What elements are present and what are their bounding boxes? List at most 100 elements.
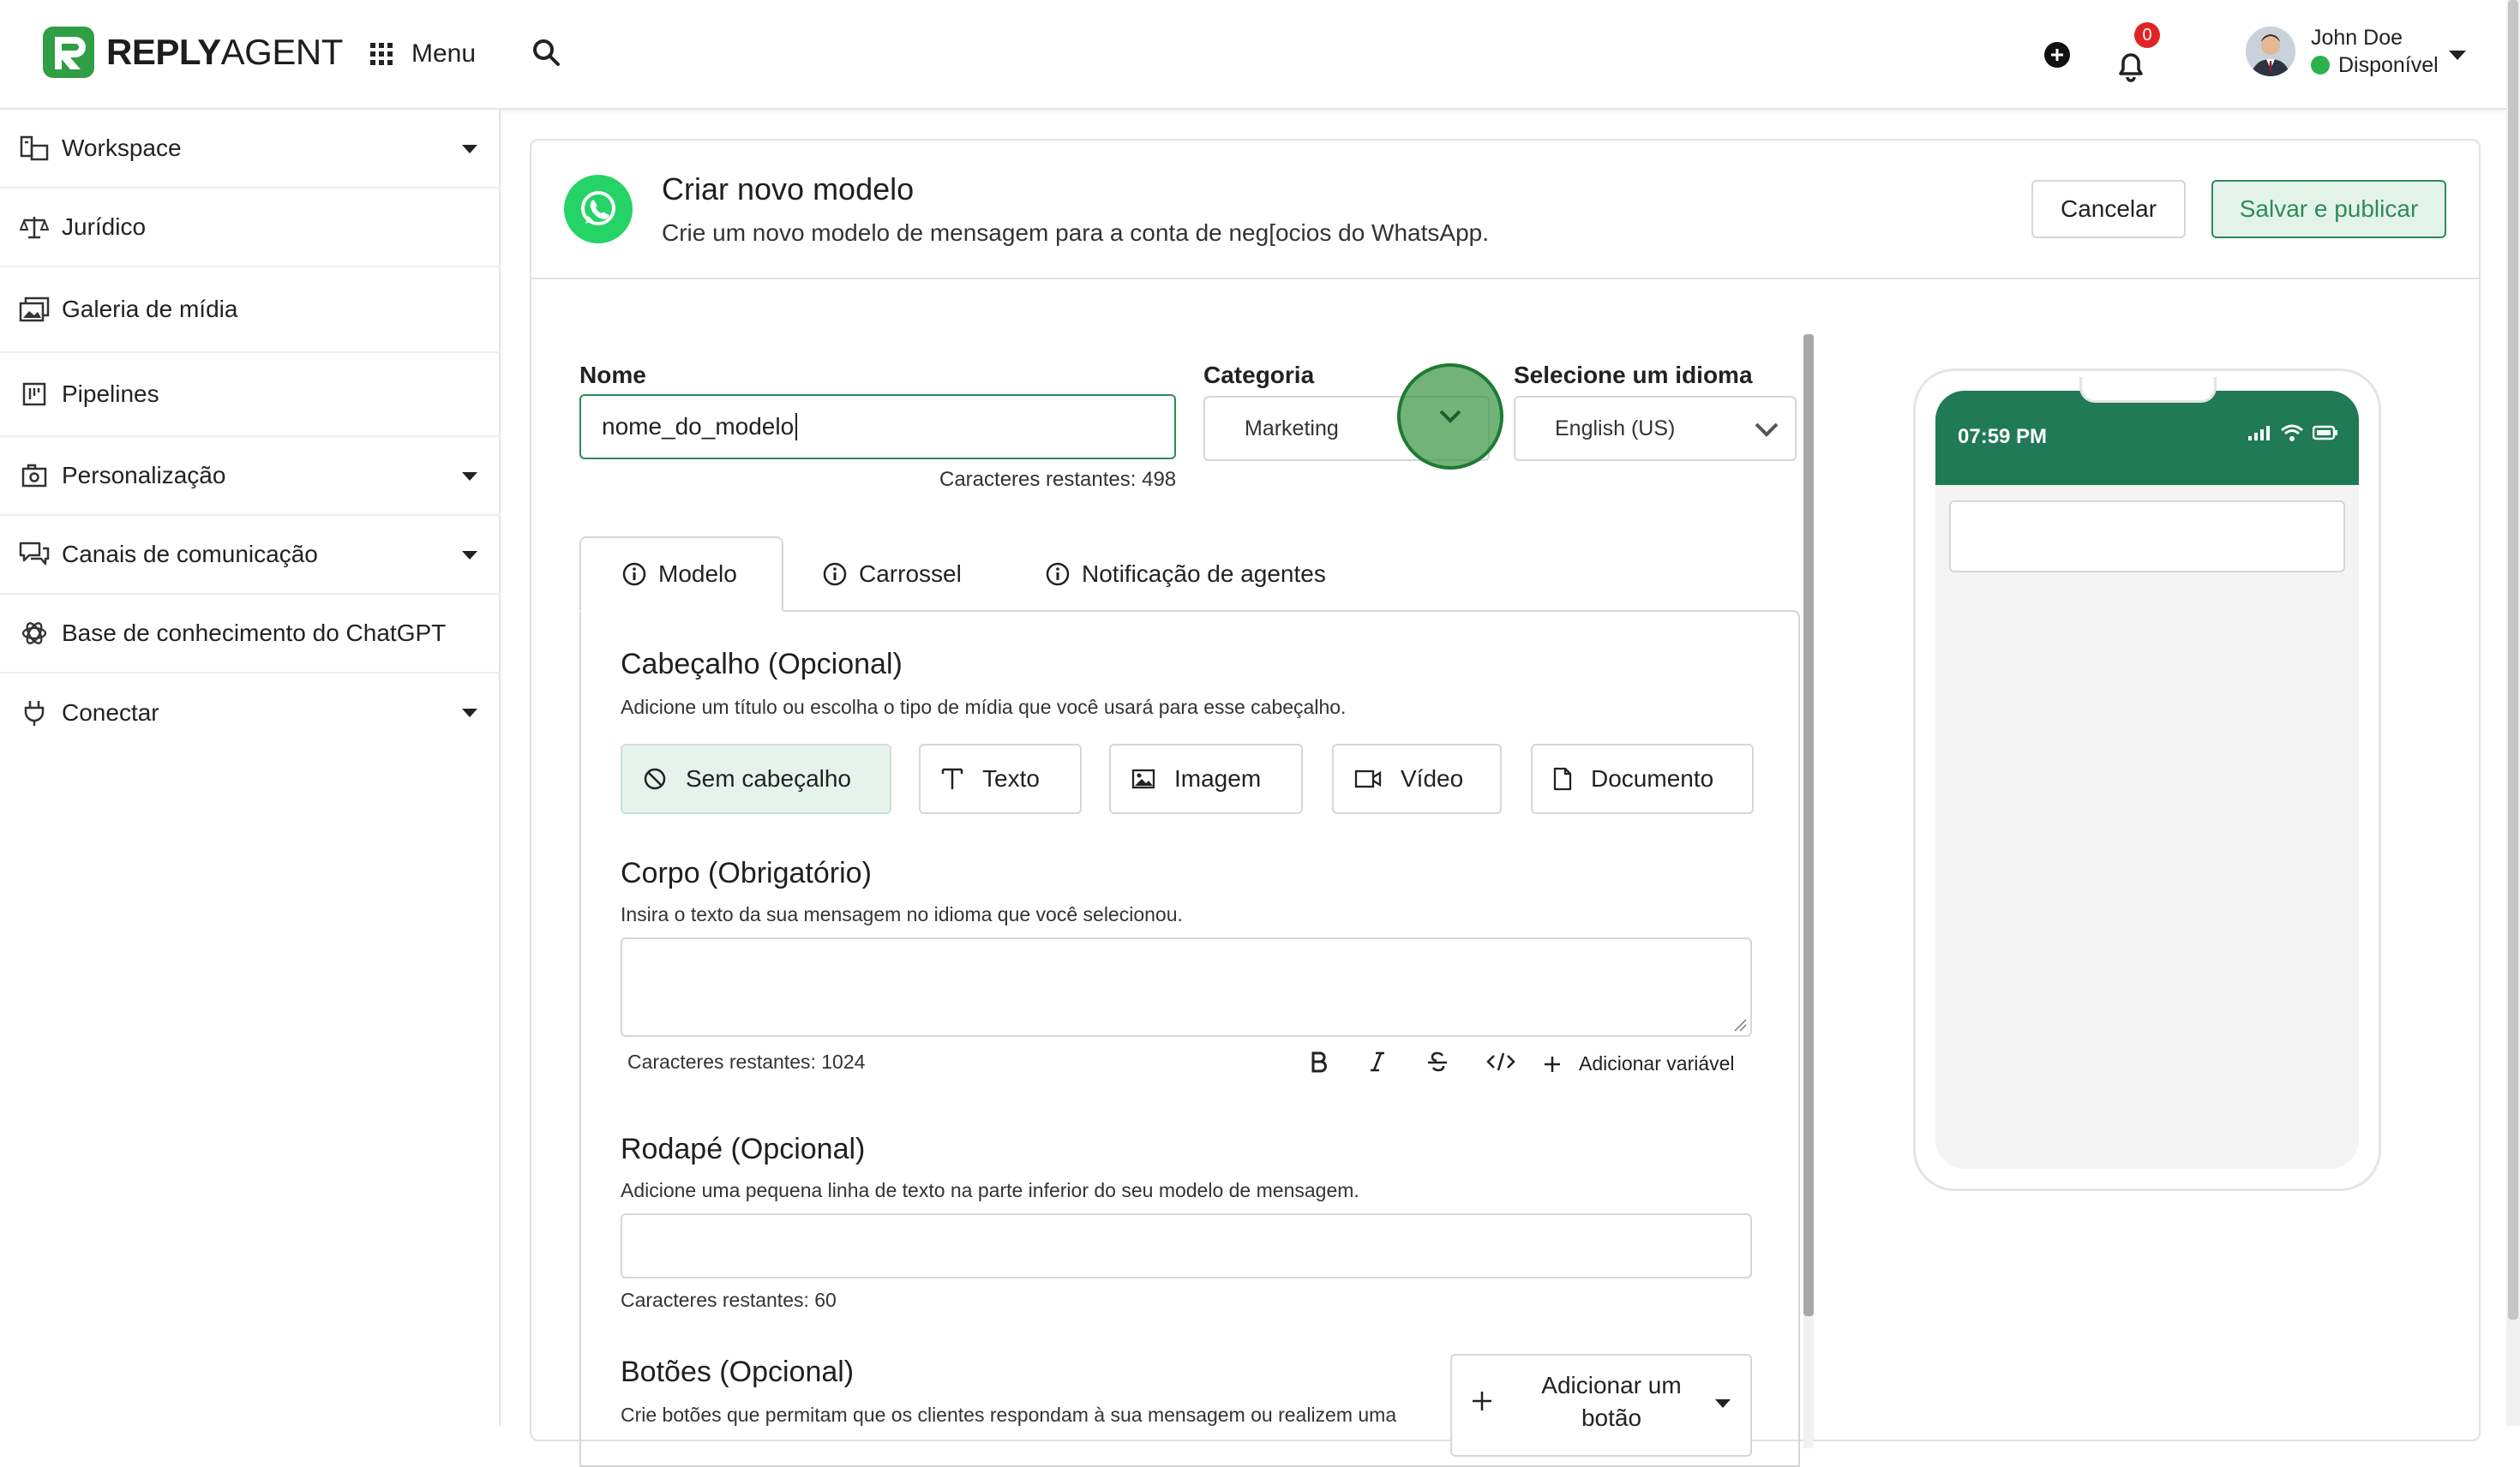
sidebar-item-label: Jurídico [62, 213, 147, 240]
gallery-icon [19, 294, 50, 325]
sidebar-item-label: Pipelines [62, 380, 159, 407]
header-section-title: Cabeçalho (Opcional) [621, 648, 903, 680]
buttons-section-title: Botões (Opcional) [621, 1356, 855, 1388]
sidebar: Workspace Jurídico Galeria de mídia Pipe… [0, 110, 501, 1426]
add-button-dropdown[interactable]: Adicionar um botão [1450, 1354, 1752, 1457]
add-circle-icon[interactable] [2043, 41, 2071, 69]
plug-icon [19, 698, 50, 728]
sidebar-item-juridico[interactable]: Jurídico [0, 189, 501, 267]
tab-modelo[interactable]: Modelo [579, 536, 783, 612]
tab-notificacao-agentes[interactable]: Notificação de agentes [1046, 536, 1326, 612]
caret-down-icon [462, 145, 477, 153]
replyagent-logo[interactable]: REPLYAGENT [41, 24, 343, 81]
sidebar-item-chatgpt[interactable]: Base de conhecimento do ChatGPT [0, 595, 501, 674]
name-input-value: nome_do_modelo [602, 413, 795, 440]
body-textarea[interactable] [621, 937, 1752, 1037]
chevron-down-icon [1755, 422, 1779, 437]
tab-label: Modelo [658, 560, 737, 587]
save-publish-button[interactable]: Salvar e publicar [2211, 180, 2446, 238]
user-menu[interactable]: John Doe Disponível [2246, 24, 2439, 79]
tab-carrossel[interactable]: Carrossel [823, 536, 962, 612]
caret-down-icon[interactable] [2448, 50, 2467, 62]
resize-handle-icon[interactable] [1733, 1018, 1747, 1032]
italic-icon[interactable] [1368, 1051, 1387, 1073]
user-photo-icon [2246, 27, 2295, 76]
user-name: John Doe [2311, 26, 2403, 50]
caret-down-icon [462, 709, 477, 717]
caret-down-icon [462, 551, 477, 560]
video-icon [1354, 769, 1382, 788]
card-header: Criar novo modelo Crie um novo modelo de… [531, 141, 2479, 279]
scale-icon [19, 212, 50, 243]
page-subtitle: Crie um novo modelo de mensagem para a c… [662, 219, 1490, 246]
bold-icon[interactable] [1310, 1051, 1329, 1073]
chat-icon [19, 539, 50, 570]
plus-icon [1473, 1392, 1491, 1410]
buttons-section-subtitle: Crie botões que permitam que os clientes… [621, 1404, 1397, 1426]
form-scrollbar-thumb[interactable] [1803, 334, 1814, 1316]
sidebar-item-pipelines[interactable]: Pipelines [0, 353, 501, 437]
header-option-none[interactable]: Sem cabeçalho [621, 744, 891, 814]
sidebar-item-workspace[interactable]: Workspace [0, 110, 501, 189]
sidebar-item-label: Conectar [62, 699, 159, 726]
menu-button[interactable]: Menu [370, 34, 476, 74]
openai-icon [19, 618, 50, 649]
page-title: Criar novo modelo [662, 171, 915, 207]
header-option-document[interactable]: Documento [1531, 744, 1754, 814]
language-label: Selecione um idioma [1514, 362, 1753, 388]
info-icon [622, 562, 646, 586]
sidebar-item-label: Galeria de mídia [62, 296, 238, 322]
click-ripple [1397, 363, 1503, 470]
chevron-down-icon[interactable] [1437, 408, 1463, 425]
text-cursor [795, 413, 798, 440]
strikethrough-icon[interactable] [1426, 1051, 1449, 1073]
workspace-icon [19, 133, 50, 164]
replyagent-logo-icon [43, 27, 94, 78]
header-option-image[interactable]: Imagem [1109, 744, 1303, 814]
name-chars-remaining: Caracteres restantes: 498 [939, 468, 1177, 491]
header-option-video[interactable]: Vídeo [1332, 744, 1502, 814]
language-value: English (US) [1555, 416, 1676, 440]
user-info: John Doe Disponível [2311, 24, 2439, 79]
body-section-title: Corpo (Obrigatório) [621, 857, 872, 889]
logo-text: REPLYAGENT [106, 32, 343, 72]
grid-icon [370, 43, 393, 65]
user-status: Disponível [2311, 51, 2439, 79]
caret-down-icon [1715, 1399, 1731, 1408]
tab-label: Carrossel [859, 560, 962, 587]
sidebar-item-galeria[interactable]: Galeria de mídia [0, 267, 501, 353]
search-icon[interactable] [531, 38, 561, 67]
language-select[interactable]: English (US) [1514, 396, 1797, 461]
footer-chars-remaining: Caracteres restantes: 60 [621, 1289, 837, 1311]
add-variable-button[interactable]: Adicionar variável [1543, 1052, 1735, 1075]
name-input[interactable]: nome_do_modelo [579, 394, 1176, 459]
notification-badge: 0 [2134, 22, 2160, 48]
signal-icon [2248, 426, 2270, 440]
menu-label: Menu [411, 39, 477, 68]
body-section-subtitle: Insira o texto da sua mensagem no idioma… [621, 903, 1183, 925]
code-icon[interactable] [1486, 1051, 1515, 1073]
sidebar-item-label: Base de conhecimento do ChatGPT [62, 620, 447, 646]
option-label: Imagem [1174, 765, 1262, 792]
footer-input[interactable] [621, 1213, 1752, 1278]
add-variable-label: Adicionar variável [1579, 1052, 1735, 1075]
text-icon [941, 768, 963, 789]
sidebar-item-personalizacao[interactable]: Personalização [0, 437, 501, 516]
whatsapp-icon [564, 175, 633, 243]
header-section-subtitle: Adicione um título ou escolha o tipo de … [621, 696, 1347, 718]
battery-icon [2313, 425, 2337, 440]
user-status-label: Disponível [2338, 53, 2439, 77]
add-button-label: Adicionar um botão [1541, 1372, 1682, 1431]
status-dot-icon [2311, 56, 2330, 75]
phone-status-icons [2247, 423, 2338, 442]
image-icon [1131, 769, 1155, 789]
tab-panel [579, 610, 1800, 1467]
cancel-button[interactable]: Cancelar [2031, 180, 2186, 238]
pipeline-icon [19, 379, 50, 410]
header-option-text[interactable]: Texto [919, 744, 1082, 814]
sidebar-item-label: Workspace [62, 135, 182, 161]
sidebar-item-conectar[interactable]: Conectar [0, 674, 501, 752]
page-scrollbar-thumb[interactable] [2508, 0, 2518, 1320]
sidebar-item-canais[interactable]: Canais de comunicação [0, 516, 501, 595]
bell-icon[interactable] [2114, 48, 2148, 82]
